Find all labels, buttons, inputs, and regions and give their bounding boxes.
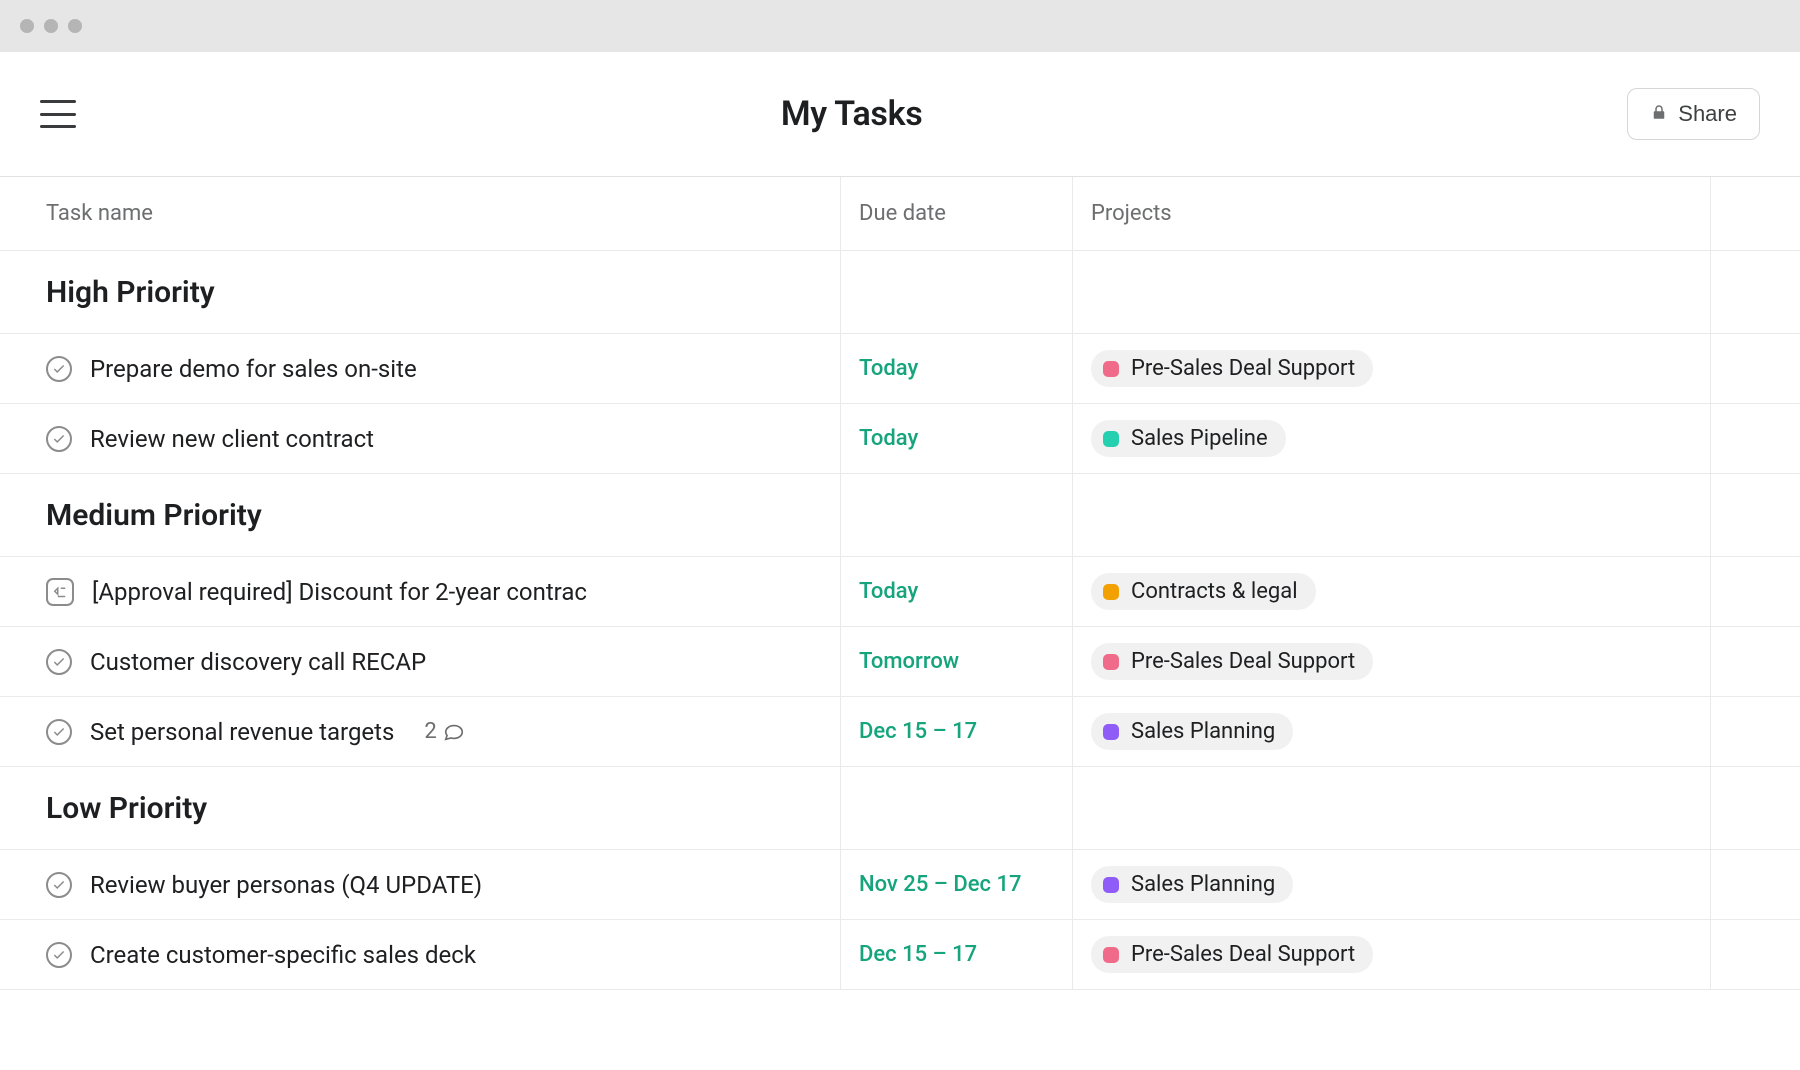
column-spacer — [1710, 177, 1800, 250]
menu-icon[interactable] — [40, 100, 76, 128]
project-pill-label: Pre-Sales Deal Support — [1131, 649, 1355, 674]
page-title: My Tasks — [781, 94, 923, 134]
task-name: Prepare demo for sales on-site — [90, 355, 417, 383]
task-name: Customer discovery call RECAP — [90, 648, 426, 676]
project-pill-label: Pre-Sales Deal Support — [1131, 942, 1355, 967]
due-date: Today — [859, 356, 918, 381]
project-pill-label: Sales Planning — [1131, 872, 1275, 897]
task-name: Create customer-specific sales deck — [90, 941, 476, 969]
task-row[interactable]: Set personal revenue targets 2 Dec 15 – 17… — [0, 697, 1800, 767]
column-header-task[interactable]: Task name — [0, 177, 840, 250]
traffic-light-minimize[interactable] — [44, 19, 58, 33]
section-header-row[interactable]: High Priority — [0, 251, 1800, 334]
project-pill-label: Contracts & legal — [1131, 579, 1298, 604]
project-pill[interactable]: Contracts & legal — [1091, 573, 1316, 610]
project-pill-label: Pre-Sales Deal Support — [1131, 356, 1355, 381]
due-date: Today — [859, 426, 918, 451]
task-name: Review new client contract — [90, 425, 374, 453]
comment-count[interactable]: 2 — [424, 719, 464, 744]
check-circle-icon[interactable] — [46, 649, 72, 675]
project-color-dot — [1103, 431, 1119, 447]
project-color-dot — [1103, 947, 1119, 963]
section-header-row[interactable]: Medium Priority — [0, 474, 1800, 557]
project-color-dot — [1103, 877, 1119, 893]
task-row[interactable]: Review new client contract Today Sales Pip… — [0, 404, 1800, 474]
due-date: Tomorrow — [859, 649, 959, 674]
due-date: Dec 15 – 17 — [859, 942, 977, 967]
due-date: Today — [859, 579, 918, 604]
project-color-dot — [1103, 584, 1119, 600]
due-date: Nov 25 – Dec 17 — [859, 872, 1022, 897]
task-row[interactable]: Create customer-specific sales deck Dec 1… — [0, 920, 1800, 990]
project-pill[interactable]: Sales Pipeline — [1091, 420, 1286, 457]
task-name: Set personal revenue targets — [90, 718, 394, 746]
task-name: [Approval required] Discount for 2-year … — [92, 578, 587, 606]
column-header-row: Task name Due date Projects — [0, 177, 1800, 251]
approval-icon[interactable] — [46, 578, 74, 606]
project-color-dot — [1103, 654, 1119, 670]
section-label: High Priority — [46, 275, 215, 310]
section-label: Low Priority — [46, 791, 207, 826]
section-label: Medium Priority — [46, 498, 262, 533]
section-header-row[interactable]: Low Priority — [0, 767, 1800, 850]
project-color-dot — [1103, 724, 1119, 740]
column-header-projects[interactable]: Projects — [1072, 177, 1710, 250]
traffic-light-close[interactable] — [20, 19, 34, 33]
task-row[interactable]: Customer discovery call RECAP Tomorrow Pre… — [0, 627, 1800, 697]
lock-icon — [1650, 101, 1668, 127]
project-pill-label: Sales Pipeline — [1131, 426, 1268, 451]
check-circle-icon[interactable] — [46, 719, 72, 745]
project-pill[interactable]: Sales Planning — [1091, 713, 1293, 750]
project-pill-label: Sales Planning — [1131, 719, 1275, 744]
check-circle-icon[interactable] — [46, 872, 72, 898]
project-pill[interactable]: Pre-Sales Deal Support — [1091, 350, 1373, 387]
window-titlebar — [0, 0, 1800, 52]
check-circle-icon[interactable] — [46, 426, 72, 452]
due-date: Dec 15 – 17 — [859, 719, 977, 744]
task-name: Review buyer personas (Q4 UPDATE) — [90, 871, 482, 899]
task-row[interactable]: [Approval required] Discount for 2-year … — [0, 557, 1800, 627]
project-pill[interactable]: Sales Planning — [1091, 866, 1293, 903]
share-button-label: Share — [1678, 101, 1737, 127]
project-pill[interactable]: Pre-Sales Deal Support — [1091, 643, 1373, 680]
project-pill[interactable]: Pre-Sales Deal Support — [1091, 936, 1373, 973]
share-button[interactable]: Share — [1627, 88, 1760, 140]
project-color-dot — [1103, 361, 1119, 377]
check-circle-icon[interactable] — [46, 942, 72, 968]
speech-bubble-icon — [443, 721, 465, 743]
task-row[interactable]: Prepare demo for sales on-site Today Pre-S… — [0, 334, 1800, 404]
check-circle-icon[interactable] — [46, 356, 72, 382]
task-grid: Task name Due date Projects High Priorit… — [0, 176, 1800, 990]
page-header: My Tasks Share — [0, 52, 1800, 176]
column-header-due[interactable]: Due date — [840, 177, 1072, 250]
traffic-light-zoom[interactable] — [68, 19, 82, 33]
task-row[interactable]: Review buyer personas (Q4 UPDATE) Nov 25 … — [0, 850, 1800, 920]
